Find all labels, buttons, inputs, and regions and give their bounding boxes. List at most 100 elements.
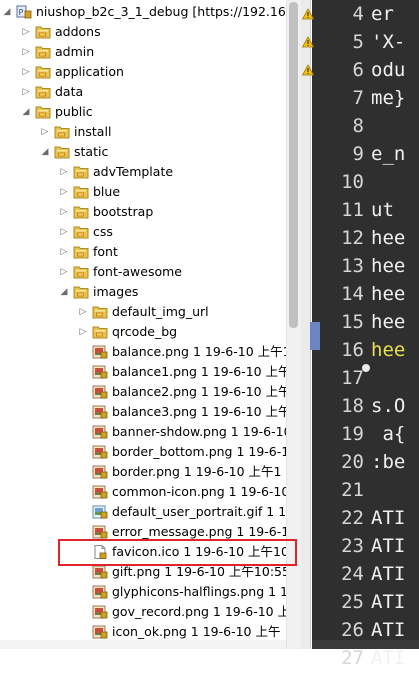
- code-line[interactable]: ATI: [371, 536, 419, 564]
- tree-item[interactable]: ▷ default_img_url: [0, 302, 286, 322]
- code-line[interactable]: ATI: [371, 648, 419, 676]
- collapsed-arrow-icon[interactable]: ▷: [78, 302, 88, 322]
- tree-item-label: bootstrap: [93, 204, 154, 219]
- collapsed-arrow-icon[interactable]: ▷: [78, 322, 88, 342]
- tree-item[interactable]: default_user_portrait.gif 1 1: [0, 502, 286, 522]
- collapsed-arrow-icon[interactable]: ▷: [59, 182, 69, 202]
- collapsed-arrow-icon[interactable]: ▷: [59, 162, 69, 182]
- line-number: 19: [341, 423, 364, 445]
- tree-item[interactable]: glyphicons-halflings.png 1 1: [0, 582, 286, 602]
- tree-item-label: css: [93, 224, 113, 239]
- code-line[interactable]: ATI: [371, 592, 419, 620]
- line-number: 10: [341, 171, 364, 193]
- tree-item[interactable]: ◢ images: [0, 282, 286, 302]
- tree-item-label: addons: [55, 24, 101, 39]
- code-line[interactable]: [371, 368, 419, 396]
- tree-item[interactable]: ▷ blue: [0, 182, 286, 202]
- code-line[interactable]: hee: [371, 228, 419, 256]
- line-number: 15: [341, 311, 364, 333]
- tree-item[interactable]: ▷ application: [0, 62, 286, 82]
- collapsed-arrow-icon[interactable]: ▷: [21, 82, 31, 102]
- tree-item[interactable]: ▷ font-awesome: [0, 262, 286, 282]
- code-line[interactable]: a{: [371, 424, 419, 452]
- tree-item-label: application: [55, 64, 124, 79]
- tree-item[interactable]: balance3.png 1 19-6-10 上午: [0, 402, 286, 422]
- collapsed-arrow-icon[interactable]: ▷: [59, 202, 69, 222]
- code-line[interactable]: e_n: [371, 144, 419, 172]
- code-line[interactable]: hee: [371, 312, 419, 340]
- code-line[interactable]: [371, 480, 419, 508]
- code-line[interactable]: ATI: [371, 508, 419, 536]
- fold-icon[interactable]: [362, 364, 370, 372]
- code-line[interactable]: hee: [371, 284, 419, 312]
- folder-icon: [73, 245, 89, 259]
- tree-item[interactable]: common-icon.png 1 19-6-10: [0, 482, 286, 502]
- collapsed-arrow-icon[interactable]: ▷: [59, 242, 69, 262]
- collapsed-arrow-icon[interactable]: ▷: [40, 122, 50, 142]
- folder-icon: [54, 145, 70, 159]
- tree-item[interactable]: border_bottom.png 1 19-6-1: [0, 442, 286, 462]
- expanded-arrow-icon[interactable]: ◢: [59, 282, 69, 302]
- tree-item[interactable]: gov_record.png 1 19-6-10 上: [0, 602, 286, 622]
- tree-item[interactable]: banner-shdow.png 1 19-6-10: [0, 422, 286, 442]
- code-line[interactable]: :be: [371, 452, 419, 480]
- image-file-icon: [92, 485, 108, 499]
- expanded-arrow-icon[interactable]: ◢: [40, 142, 50, 162]
- highlight-box: [58, 539, 297, 566]
- scrollbar-thumb[interactable]: [289, 2, 298, 328]
- warning-icon[interactable]: [301, 64, 315, 76]
- tree-item-label: border.png 1 19-6-10 上午1: [112, 464, 282, 479]
- tree-item[interactable]: balance1.png 1 19-6-10 上午: [0, 362, 286, 382]
- expanded-arrow-icon[interactable]: ◢: [21, 102, 31, 122]
- tree-item[interactable]: icon_ok.png 1 19-6-10 上午: [0, 622, 286, 642]
- code-line[interactable]: odu: [371, 60, 419, 88]
- tree-item-label: balance2.png 1 19-6-10 上午: [112, 384, 286, 399]
- tree-item[interactable]: ◢ public: [0, 102, 286, 122]
- tree-item[interactable]: balance2.png 1 19-6-10 上午: [0, 382, 286, 402]
- code-line[interactable]: ATI: [371, 564, 419, 592]
- code-line[interactable]: er: [371, 4, 419, 32]
- tree-item[interactable]: balance.png 1 19-6-10 上午1: [0, 342, 286, 362]
- code-line[interactable]: [371, 172, 419, 200]
- code-line[interactable]: [371, 116, 419, 144]
- tree-item[interactable]: ▷ qrcode_bg: [0, 322, 286, 342]
- editor-horizontal-scrollbar[interactable]: [312, 640, 419, 649]
- tree-item[interactable]: ▷ css: [0, 222, 286, 242]
- code-line[interactable]: s.O: [371, 396, 419, 424]
- line-number: 23: [341, 535, 364, 557]
- tree-item-label: advTemplate: [93, 164, 174, 179]
- image-file-icon: [92, 365, 108, 379]
- expanded-arrow-icon[interactable]: ◢: [2, 2, 12, 22]
- folder-icon: [73, 285, 89, 299]
- code-line[interactable]: 'X-: [371, 32, 419, 60]
- tree-item-label: border_bottom.png 1 19-6-1: [112, 444, 286, 459]
- tree-item[interactable]: ▷ bootstrap: [0, 202, 286, 222]
- folder-icon: [73, 225, 89, 239]
- tree-item-project[interactable]: ◢ Pniushop_b2c_3_1_debug [https://192.168…: [0, 2, 286, 22]
- tree-item[interactable]: border.png 1 19-6-10 上午1: [0, 462, 286, 482]
- code-line[interactable]: me}: [371, 88, 419, 116]
- line-number: 27: [341, 647, 364, 669]
- warning-icon[interactable]: [301, 36, 315, 48]
- folder-icon: [35, 105, 51, 119]
- tree-item[interactable]: ▷ admin: [0, 42, 286, 62]
- collapsed-arrow-icon[interactable]: ▷: [59, 262, 69, 282]
- collapsed-arrow-icon[interactable]: ▷: [21, 22, 31, 42]
- tree-item[interactable]: ▷ font: [0, 242, 286, 262]
- code-line[interactable]: ut: [371, 200, 419, 228]
- tree-item[interactable]: ▷ install: [0, 122, 286, 142]
- code-line[interactable]: hee: [371, 256, 419, 284]
- tree-item-label: images: [93, 284, 139, 299]
- tree-item[interactable]: ▷ addons: [0, 22, 286, 42]
- code-line[interactable]: hee: [371, 340, 419, 368]
- collapsed-arrow-icon[interactable]: ▷: [21, 42, 31, 62]
- tree-item-label: banner-shdow.png 1 19-6-10: [112, 424, 286, 439]
- folder-icon: [92, 325, 108, 339]
- collapsed-arrow-icon[interactable]: ▷: [59, 222, 69, 242]
- tree-item[interactable]: ▷ advTemplate: [0, 162, 286, 182]
- collapsed-arrow-icon[interactable]: ▷: [21, 62, 31, 82]
- warning-icon[interactable]: [301, 8, 315, 20]
- explorer-horizontal-scrollbar[interactable]: [0, 640, 286, 649]
- tree-item[interactable]: ◢ static: [0, 142, 286, 162]
- tree-item[interactable]: ▷ data: [0, 82, 286, 102]
